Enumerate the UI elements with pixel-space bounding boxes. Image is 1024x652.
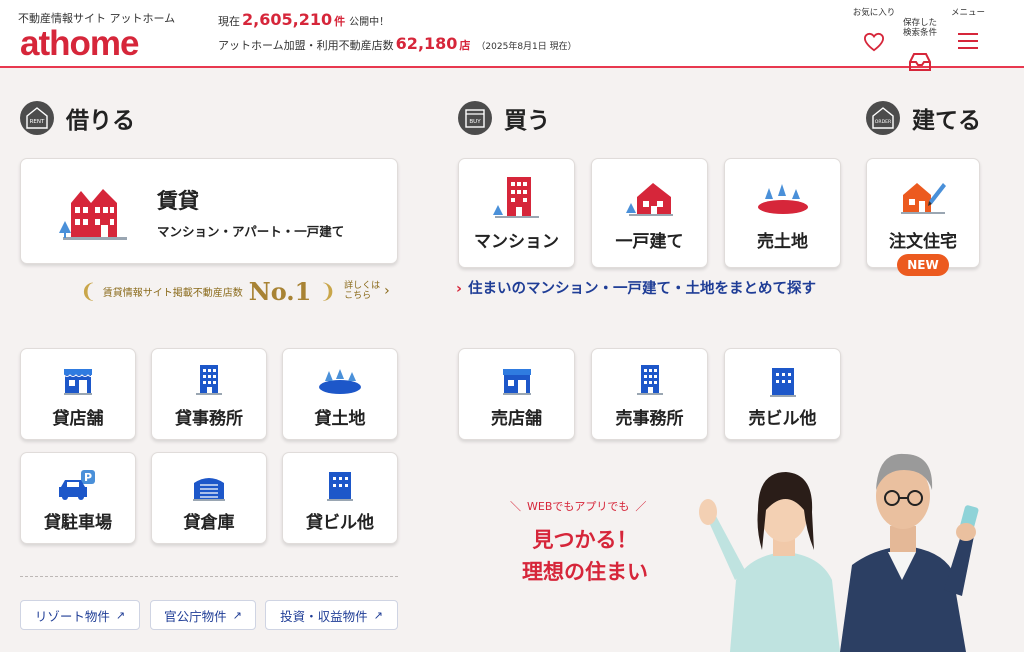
buy-land-card[interactable]: 売土地 xyxy=(724,158,841,268)
rent-main-sub: マンション・アパート・一戸建て xyxy=(157,224,345,239)
svg-text:RENT: RENT xyxy=(30,119,45,125)
no1-banner[interactable]: ❨ 賃貸情報サイト掲載不動産店数 No.1 ❩ 詳しくは こちら › xyxy=(80,276,390,306)
shop-icon xyxy=(502,369,531,395)
rent-main-label: 賃貸 xyxy=(157,189,199,213)
mansion-icon xyxy=(492,177,539,218)
buy-mansion-card[interactable]: マンション xyxy=(458,158,575,268)
buy-house-icon: BUY xyxy=(458,101,492,135)
rent-house-icon: RENT xyxy=(20,101,54,135)
promo-people-illustration xyxy=(699,453,979,652)
building-icon xyxy=(769,368,796,397)
stores-count: 62,180 xyxy=(395,34,458,53)
buy-shop-card[interactable]: 売店舗 xyxy=(458,348,575,440)
build-title: 建てる xyxy=(912,108,981,134)
custom-house-icon xyxy=(901,183,946,214)
rent-parking-card[interactable]: P 貸駐車場 xyxy=(20,452,136,544)
investment-link[interactable]: 投資・収益物件 ↗ xyxy=(265,600,398,630)
athome-logo[interactable]: athome xyxy=(20,24,139,64)
svg-text:P: P xyxy=(84,471,92,484)
buy-all-link[interactable]: › 住まいのマンション・一戸建て・土地をまとめて探す xyxy=(456,277,816,298)
buy-house-card[interactable]: 一戸建て xyxy=(591,158,708,268)
new-badge: NEW xyxy=(897,254,949,276)
rent-land-card[interactable]: 貸土地 xyxy=(282,348,398,440)
stores-count-text: アットホーム加盟・利用不動産店数 62,180 店（2025年8月1日 現在） xyxy=(218,34,577,53)
svg-text:ORDER: ORDER xyxy=(875,119,892,125)
shop-icon xyxy=(63,369,93,395)
laurel-left-icon: ❨ xyxy=(80,279,97,303)
rent-title: 借りる xyxy=(66,108,135,134)
chevron-right-icon: › xyxy=(456,281,462,297)
resort-link[interactable]: リゾート物件 ↗ xyxy=(20,600,140,630)
external-link-icon: ↗ xyxy=(373,608,383,622)
rent-shop-card[interactable]: 貸店舗 xyxy=(20,348,136,440)
buy-title: 買う xyxy=(504,108,550,134)
buy-section-heading: BUY 買う xyxy=(458,100,550,136)
rent-building-card[interactable]: 貸ビル他 xyxy=(282,452,398,544)
external-link-icon: ↗ xyxy=(232,608,242,622)
rent-divider xyxy=(20,576,398,577)
land-icon xyxy=(319,369,361,394)
inbox-icon xyxy=(909,53,931,71)
rent-office-card[interactable]: 貸事務所 xyxy=(151,348,267,440)
detached-house-icon xyxy=(625,183,673,216)
buy-building-card[interactable]: 売ビル他 xyxy=(724,348,841,440)
build-custom-house-card[interactable]: 注文住宅 xyxy=(866,158,980,268)
office-building-icon xyxy=(196,365,222,395)
apartment-building-icon xyxy=(59,189,127,240)
menu-button[interactable]: メニュー xyxy=(942,8,994,50)
order-house-icon: ORDER xyxy=(866,101,900,135)
listings-count: 2,605,210 xyxy=(242,10,333,29)
menu-icon xyxy=(958,33,978,49)
favorites-button[interactable]: お気に入り xyxy=(848,8,900,52)
rent-main-card[interactable]: 賃貸 マンション・アパート・一戸建て xyxy=(20,158,398,264)
office-building-icon xyxy=(636,365,663,395)
rent-warehouse-card[interactable]: 貸倉庫 xyxy=(151,452,267,544)
car-parking-icon: P xyxy=(59,470,95,500)
heart-icon xyxy=(863,32,885,52)
land-icon xyxy=(757,184,808,214)
promo-headline: 見つかる！ 理想の住まい xyxy=(522,528,648,584)
build-section-heading: ORDER 建てる xyxy=(866,100,981,136)
external-link-icon: ↗ xyxy=(115,608,126,622)
promo-caption: ＼ WEBでもアプリでも／ xyxy=(510,500,647,513)
building-icon xyxy=(327,472,353,501)
laurel-right-icon: ❩ xyxy=(319,279,337,303)
buy-office-card[interactable]: 売事務所 xyxy=(591,348,708,440)
warehouse-icon xyxy=(193,478,225,501)
listings-count-text: 現在 2,605,210 件公開中！ xyxy=(218,10,390,29)
saved-search-button[interactable]: 保存した 検索条件 xyxy=(894,8,946,82)
site-header: 不動産情報サイト アットホーム athome 現在 2,605,210 件公開中！ … xyxy=(0,0,1024,71)
government-link[interactable]: 官公庁物件 ↗ xyxy=(150,600,256,630)
svg-text:BUY: BUY xyxy=(469,119,481,125)
rent-section-heading: RENT 借りる xyxy=(20,100,135,136)
chevron-right-icon: › xyxy=(384,283,390,299)
